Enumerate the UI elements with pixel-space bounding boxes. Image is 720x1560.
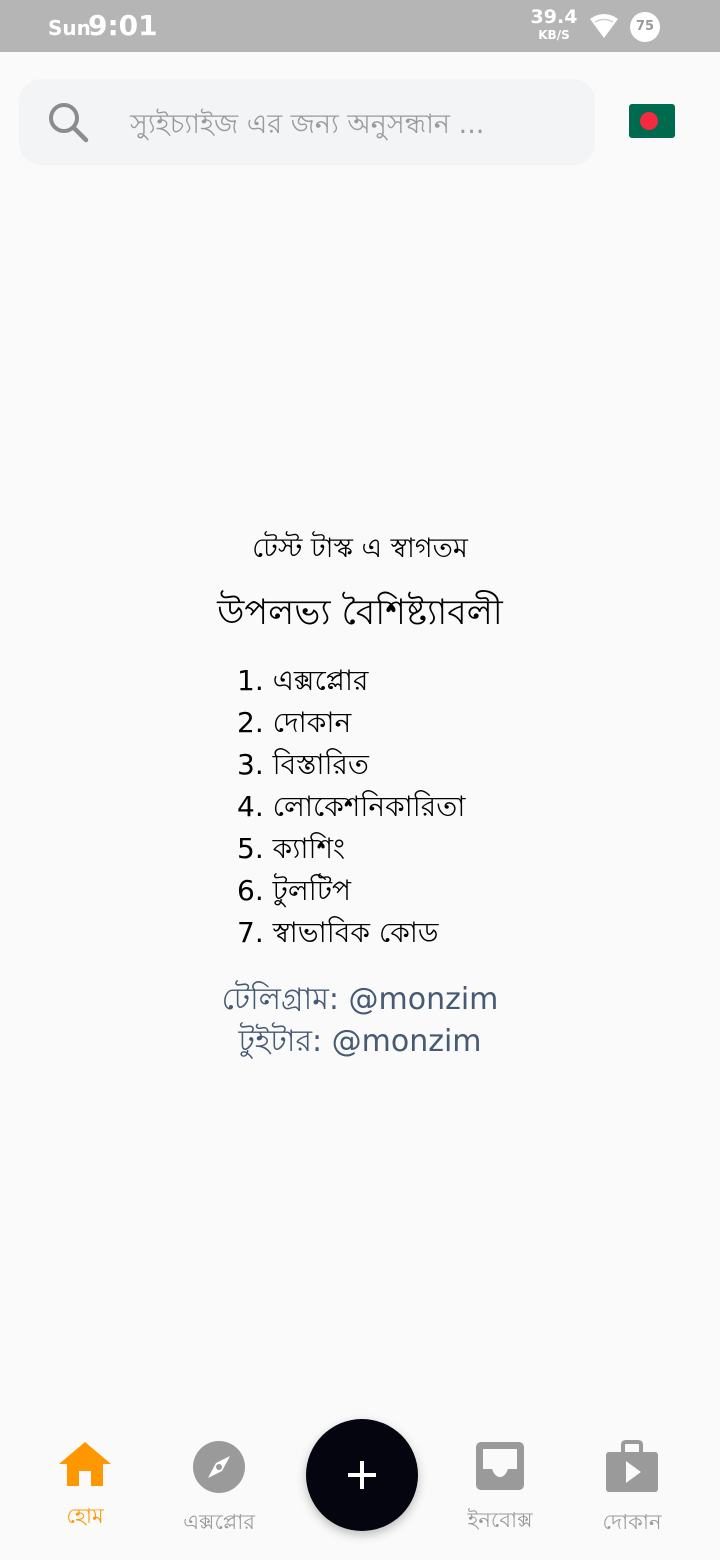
feature-item: 1. এক্সপ্লোর: [237, 664, 369, 697]
feature-item: 4. লোকেশনিকারিতা: [237, 790, 466, 823]
feature-item: 2. দোকান: [237, 706, 352, 739]
compass-icon: [193, 1441, 245, 1493]
nav-explore[interactable]: এক্সপ্লোর: [149, 1440, 289, 1541]
status-time: 9:01: [88, 9, 158, 42]
nav-explore-label: এক্সপ্লোর: [183, 1510, 255, 1534]
nav-shop-label: দোকান: [602, 1510, 662, 1534]
nav-home-label: হোম: [66, 1504, 104, 1528]
add-button[interactable]: [306, 1419, 418, 1531]
feature-item: 3. বিস্তারিত: [237, 748, 369, 781]
status-day: Sun: [48, 16, 91, 40]
bangladesh-flag-icon[interactable]: [629, 104, 675, 142]
nav-home[interactable]: হোম: [15, 1440, 155, 1535]
battery-icon: 75: [630, 12, 660, 42]
inbox-icon: [476, 1442, 524, 1490]
nav-inbox[interactable]: ইনবোক্স: [430, 1440, 570, 1539]
twitter-link[interactable]: টুইটার: @monzim: [0, 1017, 720, 1068]
wifi-icon: [589, 13, 619, 43]
status-bar: Sun 9:01 39.4 KB/S 75: [0, 0, 720, 52]
feature-item: 6. টুলটিপ: [237, 874, 352, 907]
welcome-text: টেস্ট টাস্ক এ স্বাগতম: [252, 533, 468, 564]
network-speed: 39.4 KB/S: [530, 6, 578, 42]
shopping-bag-play-icon: [606, 1440, 658, 1492]
search-input[interactable]: স্যুইচ্যাইজ এর জন্য অনুসন্ধান ...: [130, 104, 484, 149]
features-list: 1. এক্সপ্লোর 2. দোকান 3. বিস্তারিত 4. লো…: [237, 660, 465, 954]
plus-icon: [348, 1461, 376, 1489]
network-speed-value: 39.4: [530, 6, 578, 28]
nav-shop[interactable]: দোকান: [562, 1440, 702, 1541]
features-title: উপলভ্য বৈশিষ্ট্যাবলী: [217, 593, 503, 633]
network-speed-unit: KB/S: [538, 28, 570, 42]
search-icon[interactable]: [46, 100, 90, 148]
feature-item: 5. ক্যাশিং: [237, 832, 346, 865]
feature-item: 7. স্বাভাবিক কোড: [237, 916, 439, 949]
home-icon: [59, 1442, 111, 1486]
nav-inbox-label: ইনবোক্স: [467, 1508, 533, 1532]
